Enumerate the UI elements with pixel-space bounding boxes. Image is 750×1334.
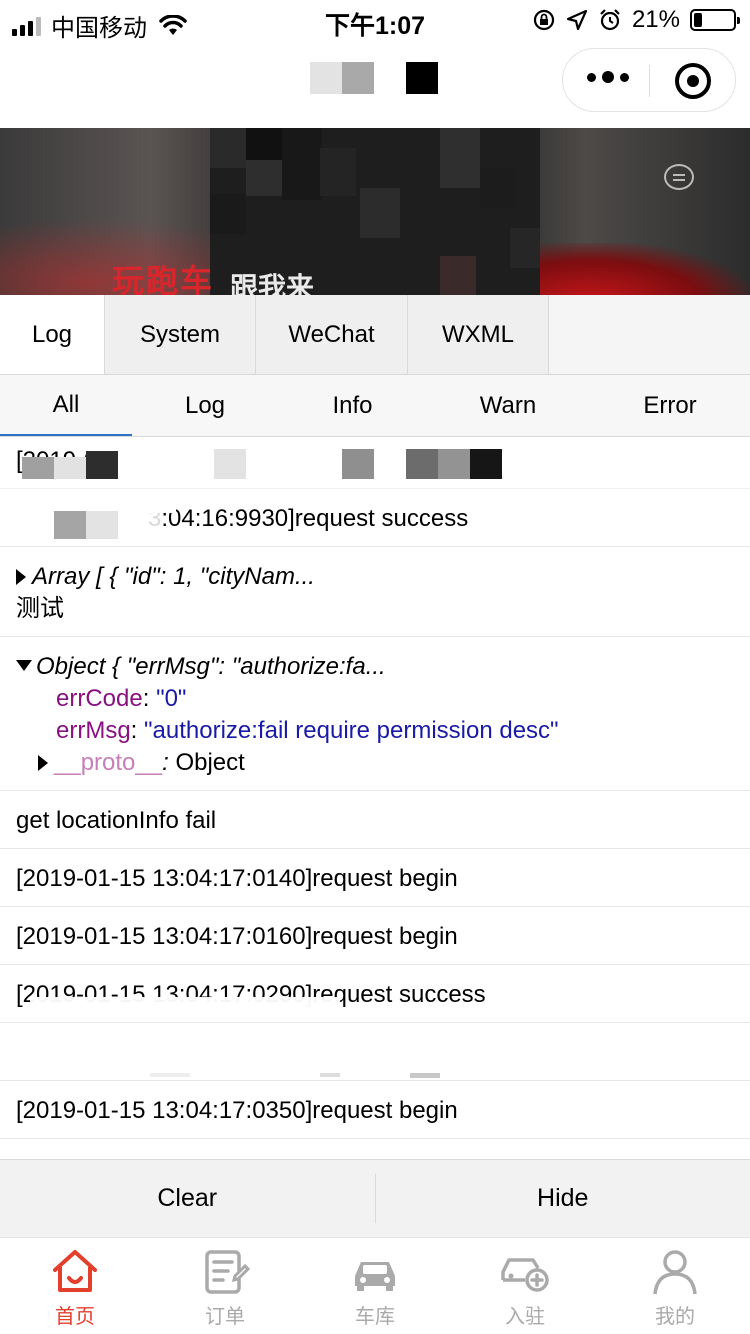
tabbar-item-mine[interactable]: 我的 bbox=[600, 1238, 750, 1334]
log-row: [2019-01-15 13:04:17:0160]request begin bbox=[0, 907, 750, 965]
tab-bar: 首页 订单 车库 入驻 我的 bbox=[0, 1237, 750, 1334]
nav-bar bbox=[0, 40, 750, 128]
user-icon bbox=[653, 1250, 697, 1295]
capsule-menu bbox=[562, 48, 736, 112]
tab-wxml[interactable]: WXML bbox=[408, 295, 549, 374]
log-array-preview[interactable]: Array [ { "id": 1, "cityNam... bbox=[32, 563, 315, 590]
location-icon bbox=[566, 9, 588, 31]
log-text: [2019-01-15 13:04:17:0140]request begin bbox=[16, 865, 458, 892]
filter-log[interactable]: Log bbox=[140, 375, 270, 436]
banner-text-red: 玩跑车 bbox=[112, 263, 215, 295]
car-icon bbox=[355, 1262, 395, 1291]
filter-info[interactable]: Info bbox=[290, 375, 415, 436]
expand-arrow-icon[interactable] bbox=[16, 569, 26, 585]
banner-image: 玩跑车 跟我来 bbox=[0, 128, 750, 295]
car-add-icon bbox=[501, 1258, 549, 1292]
log-row: get locationInfo fail bbox=[0, 791, 750, 849]
log-text: 测试 bbox=[16, 595, 64, 622]
log-filter-bar: All Log Info Warn Error bbox=[0, 375, 750, 437]
log-text: [2019-01-15 13:04:17:0350]request begin bbox=[16, 1097, 458, 1124]
tabbar-item-orders[interactable]: 订单 bbox=[150, 1238, 300, 1334]
hide-button[interactable]: Hide bbox=[376, 1160, 750, 1237]
tabbar-label: 订单 bbox=[205, 1306, 245, 1328]
prop-key: errCode bbox=[56, 685, 143, 712]
log-row-redacted bbox=[0, 1023, 750, 1081]
page-title-redacted bbox=[310, 62, 438, 94]
proto-key[interactable]: __proto__ bbox=[54, 749, 162, 776]
alarm-icon bbox=[600, 9, 620, 31]
order-icon bbox=[205, 1250, 251, 1294]
chat-icon[interactable] bbox=[664, 164, 694, 190]
log-row-array: Array [ { "id": 1, "cityNam... 测试 bbox=[0, 547, 750, 637]
log-text: get locationInfo fail bbox=[16, 807, 217, 834]
prop-value: "0" bbox=[156, 685, 187, 712]
tabbar-item-join[interactable]: 入驻 bbox=[450, 1238, 600, 1334]
log-row: [2019-01-15 13:04:17:0140]request begin bbox=[0, 849, 750, 907]
tab-system[interactable]: System bbox=[105, 295, 256, 374]
status-bar: 中国移动 下午1:07 21% bbox=[0, 0, 750, 42]
log-row-object: Object { "errMsg": "authorize:fa... errC… bbox=[0, 637, 750, 791]
tabbar-label: 我的 bbox=[655, 1306, 695, 1328]
more-icon[interactable] bbox=[587, 71, 629, 83]
tab-wechat[interactable]: WeChat bbox=[256, 295, 408, 374]
battery-percent: 21% bbox=[631, 6, 680, 33]
console-tab-bar: Log System WeChat WXML bbox=[0, 295, 750, 375]
tab-log[interactable]: Log bbox=[0, 295, 105, 374]
tabbar-label: 首页 bbox=[55, 1306, 95, 1328]
collapse-arrow-icon[interactable] bbox=[16, 660, 32, 671]
console-toolbar: Clear Hide bbox=[0, 1159, 750, 1237]
tabbar-item-garage[interactable]: 车库 bbox=[300, 1238, 450, 1334]
prop-value: "authorize:fail require permission desc" bbox=[144, 717, 559, 744]
rotation-lock-icon bbox=[533, 9, 555, 31]
battery-icon bbox=[690, 9, 740, 31]
log-object-preview[interactable]: Object { "errMsg": "authorize:fa... bbox=[36, 653, 386, 680]
tabbar-label: 车库 bbox=[355, 1306, 395, 1328]
log-row-redacted: [2019-0 bbox=[0, 437, 750, 489]
home-icon bbox=[53, 1250, 97, 1292]
close-miniprogram-icon[interactable] bbox=[675, 63, 711, 99]
log-row: [2019-01-15 13:04:17:0350]request begin bbox=[0, 1081, 750, 1139]
expand-arrow-icon[interactable] bbox=[38, 755, 48, 771]
filter-warn[interactable]: Warn bbox=[445, 375, 571, 436]
prop-key: errMsg bbox=[56, 717, 131, 744]
clear-button[interactable]: Clear bbox=[0, 1160, 375, 1237]
log-row: [2019-01-15 13:04:17:0290]request succes… bbox=[0, 965, 750, 1023]
log-text: 3:04:16:9930]request success bbox=[148, 505, 469, 532]
status-right: 21% bbox=[532, 6, 740, 34]
tabbar-label: 入驻 bbox=[505, 1306, 545, 1328]
filter-all[interactable]: All bbox=[0, 375, 132, 436]
log-text: [2019-01-15 13:04:17:0160]request begin bbox=[16, 923, 458, 950]
log-row: 3:04:16:9930]request success bbox=[0, 489, 750, 547]
filter-error[interactable]: Error bbox=[605, 375, 735, 436]
proto-value: Object bbox=[175, 749, 245, 776]
log-list[interactable]: [2019-0 3:04:16:9930]request success Arr… bbox=[0, 437, 750, 1159]
banner-text-white: 跟我来 bbox=[230, 272, 315, 295]
tabbar-item-home[interactable]: 首页 bbox=[0, 1238, 150, 1334]
